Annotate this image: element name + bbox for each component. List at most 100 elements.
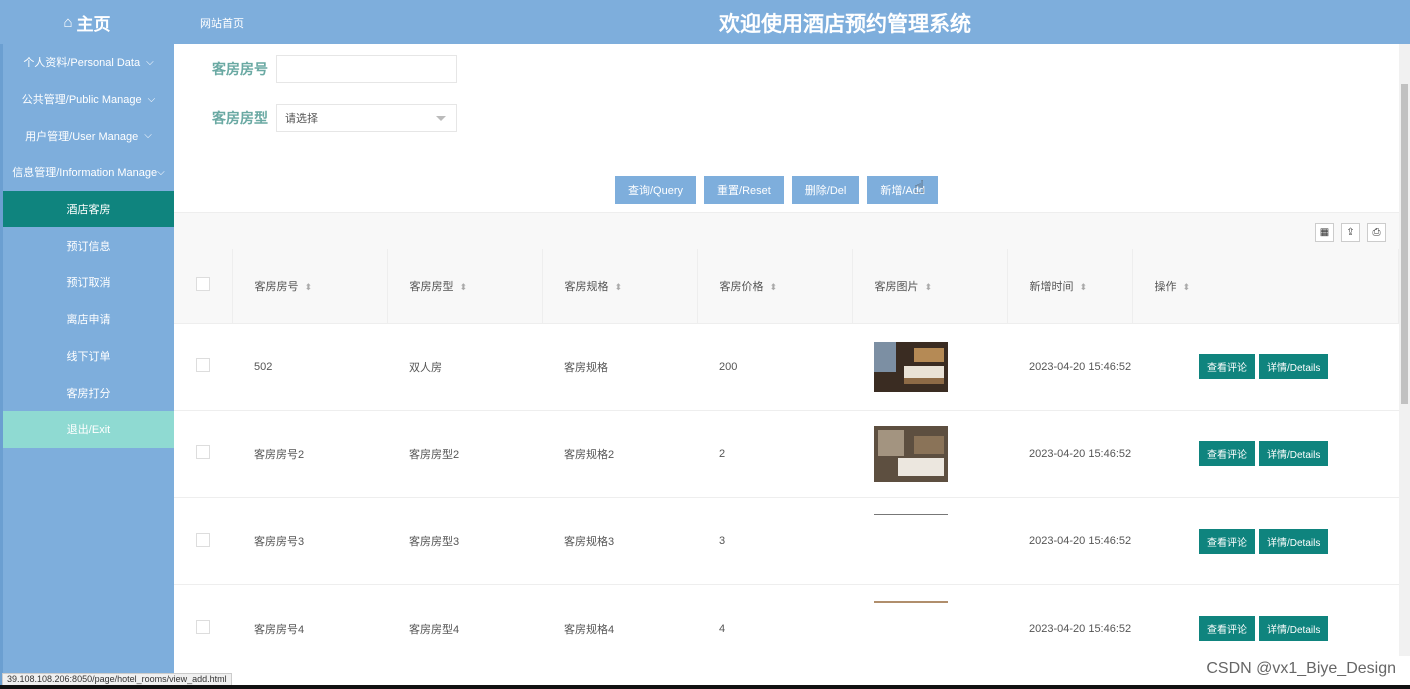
cell-room-no: 502 bbox=[232, 323, 387, 411]
sidebar-item-checkout-requests[interactable]: 离店申请 bbox=[3, 301, 174, 338]
sort-icon: ⬍ bbox=[1182, 281, 1191, 292]
table-row: 客房房号2 客房房型2 客房规格2 2 2023-04-20 15:46:52 … bbox=[174, 410, 1399, 499]
rooms-table: 客房房号 ⬍ 客房房型 ⬍ 客房规格 ⬍ 客房价格 ⬍ 客房图片 ⬍ 新增时间 ⬍ 操作 ⬍ … bbox=[174, 249, 1399, 656]
search-room-type-row: 客房房型 请选择 bbox=[212, 104, 457, 132]
row-checkbox[interactable] bbox=[196, 358, 210, 373]
export-icon[interactable]: ⇪ bbox=[1341, 223, 1360, 242]
cell-room-no: 客房房号4 bbox=[232, 584, 387, 656]
cell-room-image bbox=[852, 497, 1007, 586]
sidebar-group-personal[interactable]: 个人资料/Personal Data ⌵ bbox=[3, 44, 174, 81]
query-button[interactable]: 查询/Query bbox=[615, 176, 697, 204]
reset-button[interactable]: 重置/Reset bbox=[704, 176, 784, 204]
search-room-no-row: 客房房号 bbox=[212, 55, 457, 83]
sort-icon: ⬍ bbox=[614, 281, 623, 292]
header-room-image[interactable]: 客房图片 ⬍ bbox=[852, 249, 1008, 324]
cell-room-type: 双人房 bbox=[387, 323, 542, 411]
home-link[interactable]: ⌂ 主页 bbox=[0, 0, 174, 44]
sidebar-item-cancellations[interactable]: 预订取消 bbox=[3, 264, 174, 301]
top-header: ⌂ 主页 网站首页 欢迎使用酒店预约管理系统 bbox=[0, 0, 1410, 44]
view-comments-button[interactable]: 查看评论 bbox=[1199, 616, 1255, 642]
cell-created-time: 2023-04-20 15:46:52 bbox=[1007, 497, 1132, 586]
add-button[interactable]: 新增/Add bbox=[867, 176, 939, 204]
row-checkbox-cell bbox=[174, 584, 232, 656]
columns-icon[interactable]: ▦ bbox=[1315, 223, 1334, 242]
hand-cursor-icon: ☝ bbox=[914, 177, 925, 197]
header-label: 客房房型 bbox=[409, 280, 454, 293]
header-checkbox-cell bbox=[174, 249, 233, 324]
sidebar-group-public[interactable]: 公共管理/Public Manage ⌵ bbox=[3, 81, 174, 118]
sidebar-group-label: 公共管理/Public Manage bbox=[21, 94, 142, 107]
details-button[interactable]: 详情/Details bbox=[1259, 354, 1329, 380]
sort-icon: ⬍ bbox=[459, 281, 468, 292]
sidebar-item-bookings[interactable]: 预订信息 bbox=[3, 227, 174, 264]
details-button[interactable]: 详情/Details bbox=[1259, 528, 1329, 554]
cell-created-time: 2023-04-20 15:46:52 bbox=[1007, 323, 1132, 411]
sidebar-item-room-ratings[interactable]: 客房打分 bbox=[3, 374, 174, 411]
header-room-type[interactable]: 客房房型 ⬍ bbox=[387, 249, 543, 324]
select-all-checkbox[interactable] bbox=[195, 277, 210, 292]
delete-button[interactable]: 删除/Del bbox=[791, 176, 860, 204]
header-room-price[interactable]: 客房价格 ⬍ bbox=[697, 249, 853, 324]
header-label: 客房房号 bbox=[254, 280, 299, 293]
row-checkbox[interactable] bbox=[196, 445, 210, 460]
sidebar-group-information[interactable]: 信息管理/Information Manage ⌵ bbox=[3, 154, 174, 191]
table-header-row: 客房房号 ⬍ 客房房型 ⬍ 客房规格 ⬍ 客房价格 ⬍ 客房图片 ⬍ 新增时间 ⬍ 操作 ⬍ bbox=[174, 249, 1399, 324]
cell-operations: 查看评论 详情/Details bbox=[1132, 323, 1399, 411]
site-home-link[interactable]: 网站首页 bbox=[200, 15, 244, 31]
view-comments-button[interactable]: 查看评论 bbox=[1199, 354, 1255, 380]
sidebar-item-exit[interactable]: 退出/Exit bbox=[3, 410, 174, 448]
row-checkbox[interactable] bbox=[196, 620, 210, 635]
row-checkbox-cell bbox=[174, 323, 232, 411]
header-label: 操作 bbox=[1154, 280, 1177, 293]
room-photo bbox=[874, 601, 948, 604]
cell-room-price: 2 bbox=[697, 410, 852, 499]
table-row: 客房房号3 客房房型3 客房规格3 3 2023-04-20 15:46:52 … bbox=[174, 497, 1399, 586]
cell-room-image bbox=[852, 410, 1007, 499]
main-content: 客房房号 客房房型 请选择 查询/Query 重置/Reset 删除/Del 新… bbox=[174, 44, 1399, 656]
chevron-down-icon: ⌵ bbox=[146, 56, 154, 68]
cell-room-image bbox=[852, 584, 1007, 656]
scrollbar-thumb[interactable] bbox=[1401, 84, 1408, 404]
sidebar-item-hotel-rooms[interactable]: 酒店客房 bbox=[3, 190, 174, 228]
sidebar-group-user[interactable]: 用户管理/User Manage ⌵ bbox=[3, 117, 174, 154]
cell-room-spec: 客房规格2 bbox=[542, 410, 697, 499]
watermark: CSDN @vx1_Biye_Design bbox=[1206, 660, 1396, 677]
cell-room-spec: 客房规格3 bbox=[542, 497, 697, 586]
vertical-scrollbar[interactable] bbox=[1399, 44, 1410, 656]
sort-icon: ⬍ bbox=[924, 281, 933, 292]
system-title: 欢迎使用酒店预约管理系统 bbox=[719, 13, 971, 36]
details-button[interactable]: 详情/Details bbox=[1259, 441, 1329, 467]
table-row: 客房房号4 客房房型4 客房规格4 4 2023-04-20 15:46:52 … bbox=[174, 584, 1399, 656]
home-icon: ⌂ bbox=[63, 13, 73, 31]
sidebar-group-label: 信息管理/Information Manage bbox=[12, 167, 158, 180]
view-comments-button[interactable]: 查看评论 bbox=[1199, 528, 1255, 554]
room-no-input[interactable] bbox=[276, 55, 457, 83]
room-photo bbox=[874, 341, 948, 392]
chevron-down-icon: ⌵ bbox=[147, 93, 156, 105]
sidebar-item-offline-orders[interactable]: 线下订单 bbox=[3, 338, 174, 375]
header-operations[interactable]: 操作 ⬍ bbox=[1132, 249, 1399, 324]
brand-label: 主页 bbox=[76, 14, 111, 34]
details-button[interactable]: 详情/Details bbox=[1259, 616, 1329, 642]
cell-room-price: 4 bbox=[697, 584, 852, 656]
cell-room-price: 200 bbox=[697, 323, 852, 411]
cell-room-no: 客房房号3 bbox=[232, 497, 387, 586]
sort-icon: ⬍ bbox=[769, 281, 778, 292]
cell-room-type: 客房房型4 bbox=[387, 584, 542, 656]
room-type-label: 客房房型 bbox=[212, 110, 268, 126]
header-room-spec[interactable]: 客房规格 ⬍ bbox=[542, 249, 698, 324]
room-type-select[interactable]: 请选择 bbox=[276, 104, 457, 132]
sort-icon: ⬍ bbox=[1079, 281, 1088, 292]
cell-room-type: 客房房型2 bbox=[387, 410, 542, 499]
cell-room-no: 客房房号2 bbox=[232, 410, 387, 499]
row-checkbox[interactable] bbox=[196, 532, 210, 547]
header-created-time[interactable]: 新增时间 ⬍ bbox=[1007, 249, 1133, 324]
cell-room-spec: 客房规格4 bbox=[542, 584, 697, 656]
print-icon[interactable]: ⎙ bbox=[1367, 223, 1386, 242]
row-checkbox-cell bbox=[174, 410, 232, 499]
header-room-no[interactable]: 客房房号 ⬍ bbox=[232, 249, 388, 324]
table-row: 502 双人房 客房规格 200 2023-04-20 15:46:52 查看评… bbox=[174, 323, 1399, 411]
view-comments-button[interactable]: 查看评论 bbox=[1199, 441, 1255, 467]
sidebar-group-label: 用户管理/User Manage bbox=[25, 130, 139, 143]
sort-icon: ⬍ bbox=[304, 281, 313, 292]
